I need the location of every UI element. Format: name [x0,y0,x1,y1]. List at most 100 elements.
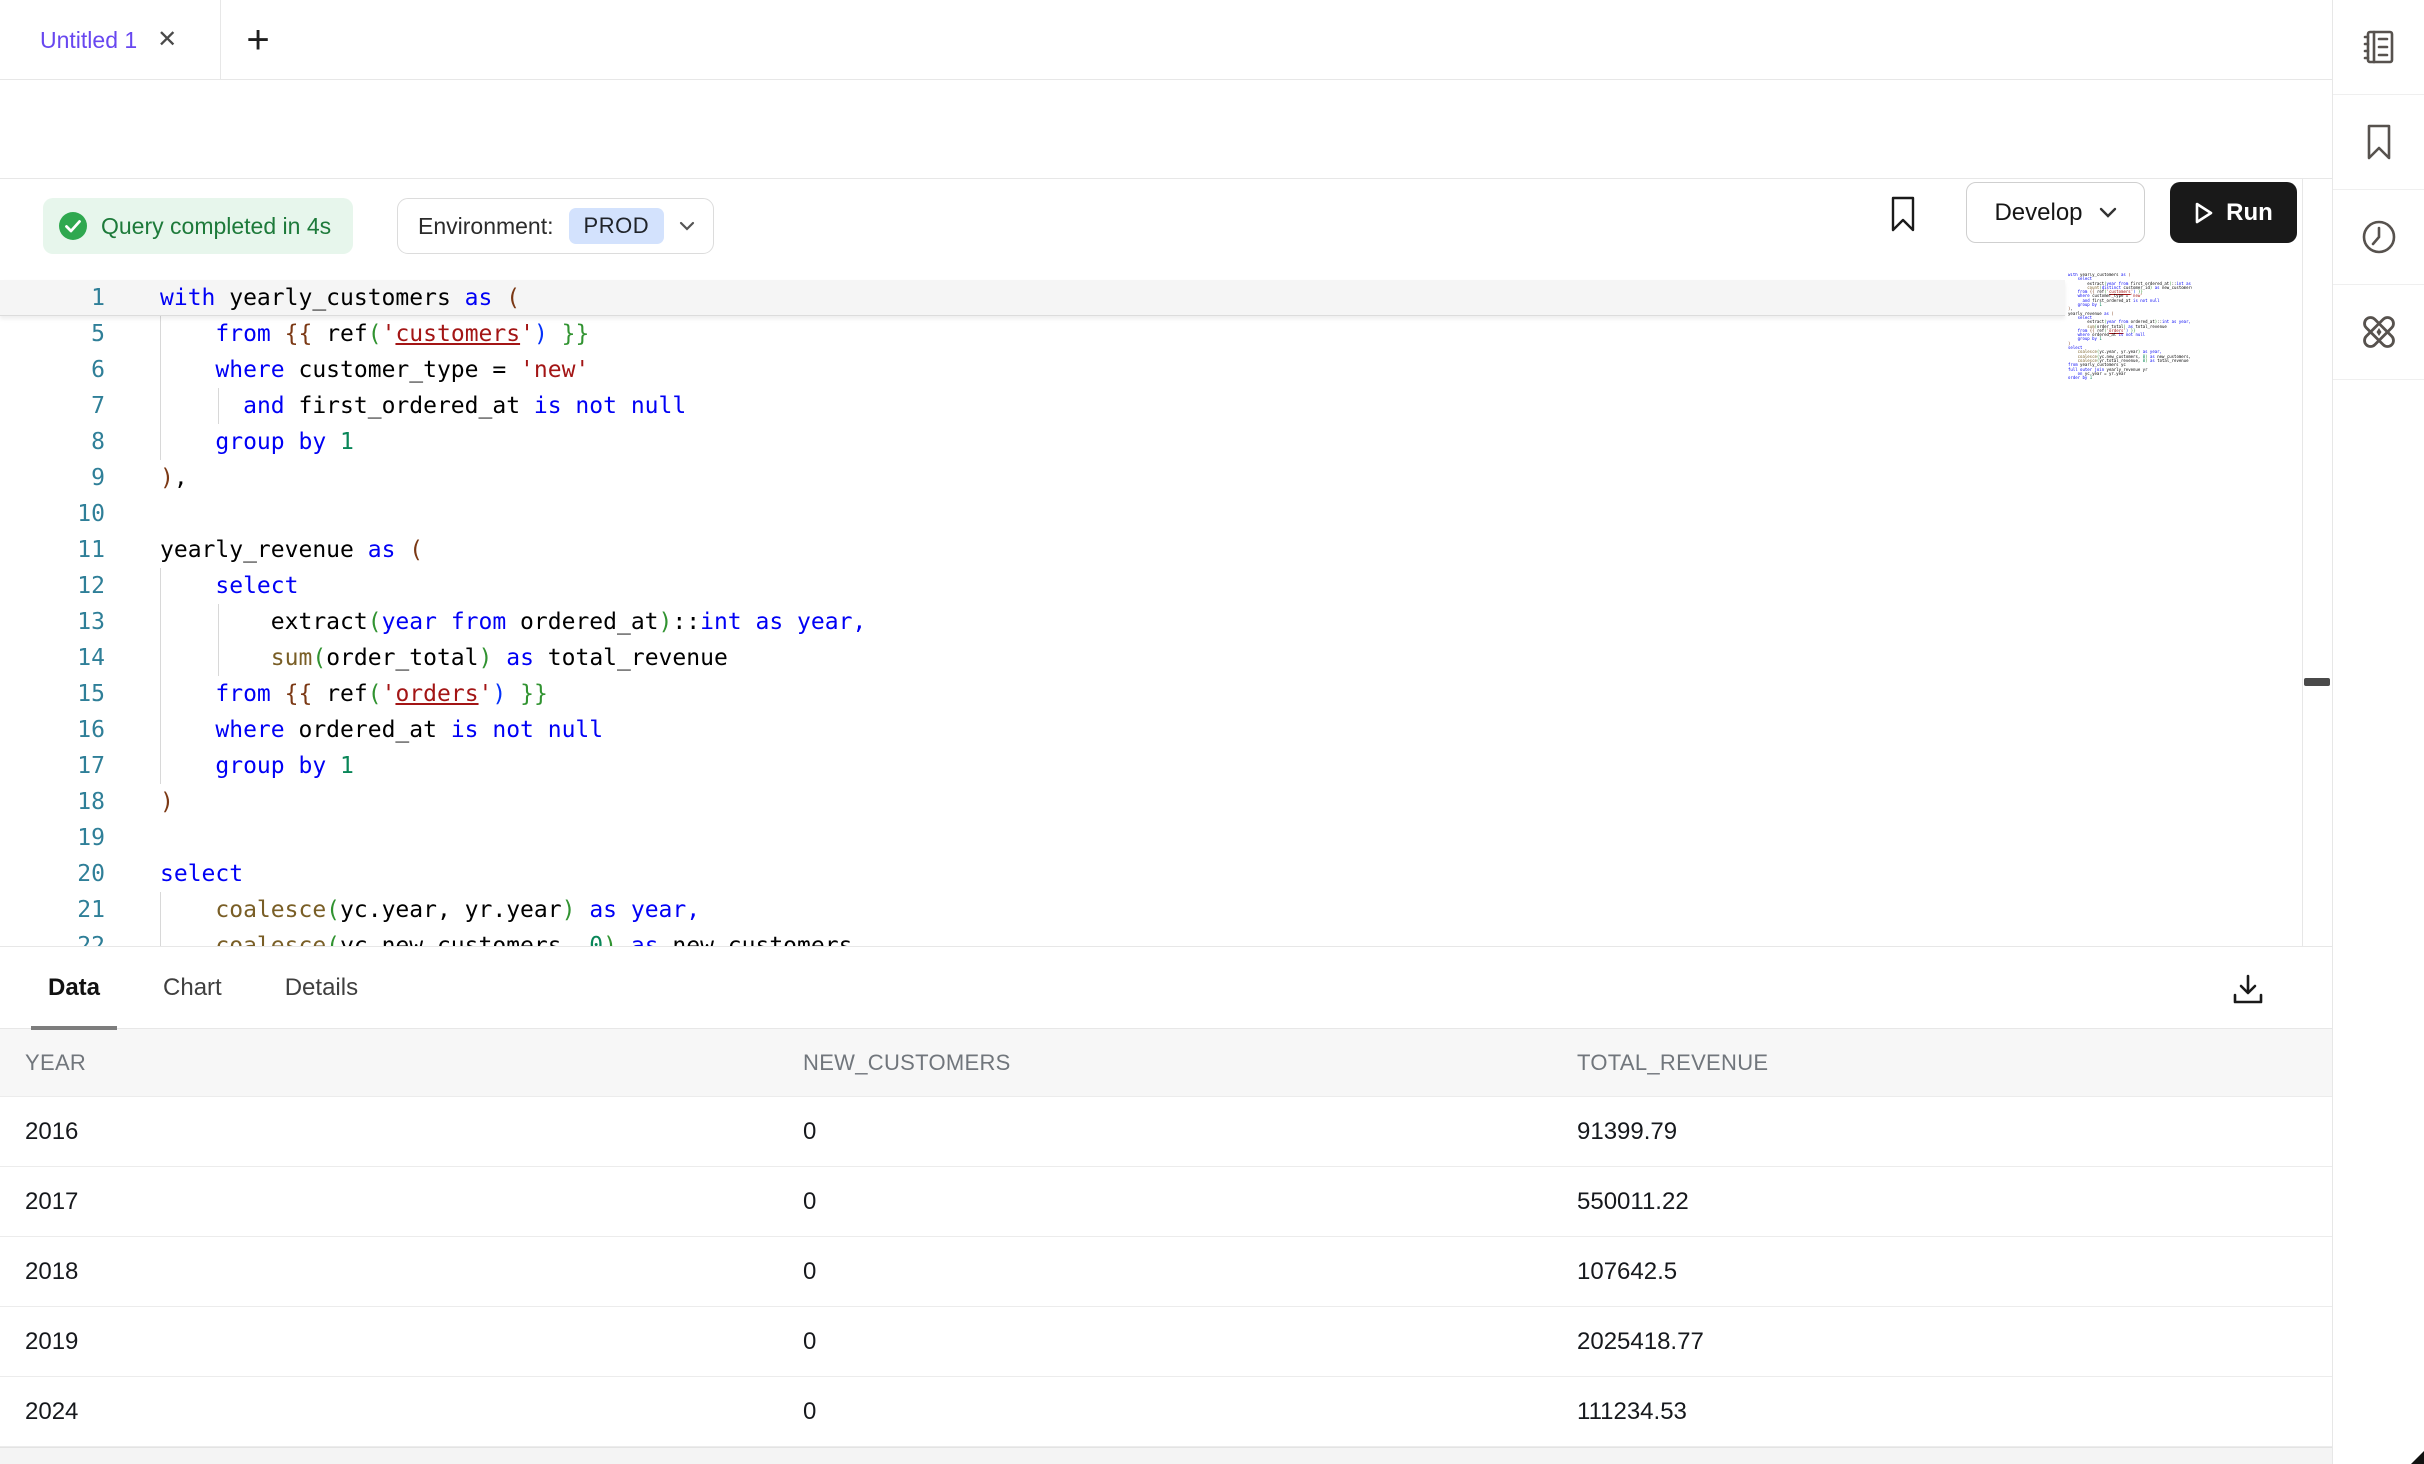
rail-item-notebook[interactable] [2333,0,2424,95]
code-line: 8 group by 1 [0,424,2060,460]
table-cell: 107642.5 [1552,1237,2332,1306]
table-cell: 2024 [0,1377,778,1446]
right-icon-rail [2332,0,2424,1464]
download-button[interactable] [2226,967,2270,1011]
line-code: ), [160,465,188,491]
sticky-scroll-line[interactable]: 1 with yearly_customers as ( [0,280,2065,316]
line-number: 22 [0,933,105,946]
code-line: 6 where customer_type = 'new' [0,352,2060,388]
results-table-header: YEARNEW_CUSTOMERSTOTAL_REVENUE [0,1029,2332,1097]
table-row: 20170550011.22 [0,1167,2332,1237]
minimap-line: order by 1 [2068,376,2192,380]
line-number: 19 [0,825,105,851]
table-cell: 111234.53 [1552,1377,2332,1446]
query-status-text: Query completed in 4s [101,213,331,240]
table-cell: 2016 [0,1097,778,1166]
indent-guide [160,568,161,784]
run-button[interactable]: Run [2170,182,2297,243]
line-number: 21 [0,897,105,923]
resize-corner[interactable] [2411,1451,2424,1464]
code-lines: 5 from {{ ref('customers') }}6 where cus… [0,316,2060,946]
history-clock-icon [2359,217,2399,257]
results-tab-chart[interactable]: Chart [146,947,239,1029]
chevron-down-icon [2099,207,2117,218]
line-number: 17 [0,753,105,779]
table-row: 20240111234.53 [0,1377,2332,1447]
line-code: ) [160,789,174,815]
indent-guide [160,892,161,946]
column-header: NEW_CUSTOMERS [778,1029,1552,1096]
chevron-down-icon [679,221,695,231]
indent-guide [218,604,219,676]
rail-item-history[interactable] [2333,190,2424,285]
download-icon [2230,971,2266,1007]
sticky-line-number: 1 [0,285,105,311]
table-cell: 0 [778,1167,1552,1236]
code-line: 16 where ordered_at is not null [0,712,2060,748]
code-line: 20select [0,856,2060,892]
tab-untitled-1[interactable]: Untitled 1 ✕ [0,0,221,80]
new-tab-button[interactable]: + [228,0,288,80]
table-row: 20180107642.5 [0,1237,2332,1307]
line-code: extract(year from ordered_at)::int as ye… [160,609,866,635]
code-line: 18) [0,784,2060,820]
close-icon[interactable]: ✕ [157,28,177,52]
results-tab-details[interactable]: Details [268,947,375,1029]
line-code: sum(order_total) as total_revenue [160,645,728,671]
code-line: 10 [0,496,2060,532]
line-number: 14 [0,645,105,671]
results-table-body: 2016091399.7920170550011.2220180107642.5… [0,1097,2332,1447]
line-code: from {{ ref('customers') }} [160,321,589,347]
line-number: 11 [0,537,105,563]
sql-editor[interactable]: 5 from {{ ref('customers') }}6 where cus… [0,254,2302,946]
table-cell: 91399.79 [1552,1097,2332,1166]
bookmark-button[interactable] [1884,192,1922,236]
rail-item-dbt-assistant[interactable] [2333,285,2424,380]
bookmark-icon [2362,122,2396,162]
bookmark-icon [1889,196,1917,232]
code-line: 5 from {{ ref('customers') }} [0,316,2060,352]
environment-value-badge: PROD [569,208,665,244]
rail-item-bookmarks[interactable] [2333,95,2424,190]
minimap[interactable]: with yearly_customers as ( select extrac… [2068,273,2192,403]
check-circle-icon [58,211,88,241]
line-code: select [160,861,243,887]
query-status-badge: Query completed in 4s [43,198,353,254]
line-code: select [160,573,298,599]
table-cell: 550011.22 [1552,1167,2332,1236]
table-cell: 2025418.77 [1552,1307,2332,1376]
code-line: 15 from {{ ref('orders') }} [0,676,2060,712]
tab-label: Untitled 1 [40,27,137,54]
line-code: yearly_revenue as ( [160,537,423,563]
line-number: 7 [0,393,105,419]
results-panel: Data Chart Details YEARNEW_CUSTOMERSTOTAL_… [0,946,2332,1464]
results-tab-bar: Data Chart Details [0,947,2332,1029]
table-cell: 0 [778,1097,1552,1166]
environment-selector[interactable]: Environment: PROD [397,198,714,254]
results-tab-data[interactable]: Data [31,947,117,1029]
code-line: 11 yearly_revenue as ( [0,532,2060,568]
code-line: 9), [0,460,2060,496]
line-code: group by 1 [160,753,354,779]
line-code: group by 1 [160,429,354,455]
horizontal-scrollbar[interactable] [0,1447,2332,1464]
develop-button[interactable]: Develop [1966,182,2145,243]
line-code: from {{ ref('orders') }} [160,681,548,707]
code-line: 14 sum(order_total) as total_revenue [0,640,2060,676]
dbt-logo-icon [2358,311,2400,353]
line-number: 12 [0,573,105,599]
code-line: 13 extract(year from ordered_at)::int as… [0,604,2060,640]
line-number: 6 [0,357,105,383]
line-number: 18 [0,789,105,815]
code-line: 7 and first_ordered_at is not null [0,388,2060,424]
line-number: 15 [0,681,105,707]
table-cell: 0 [778,1377,1552,1446]
panel-resize-handle[interactable] [2304,678,2330,686]
ide-window: Untitled 1 ✕ + Develop Run Query complet… [0,0,2424,1464]
code-line: 12 select [0,568,2060,604]
line-code: coalesce(yc.new_customers, 0) as new_cus… [160,933,866,946]
column-header: YEAR [0,1029,778,1096]
line-number: 10 [0,501,105,527]
toolbar: Develop Run [0,80,2332,179]
table-cell: 0 [778,1307,1552,1376]
